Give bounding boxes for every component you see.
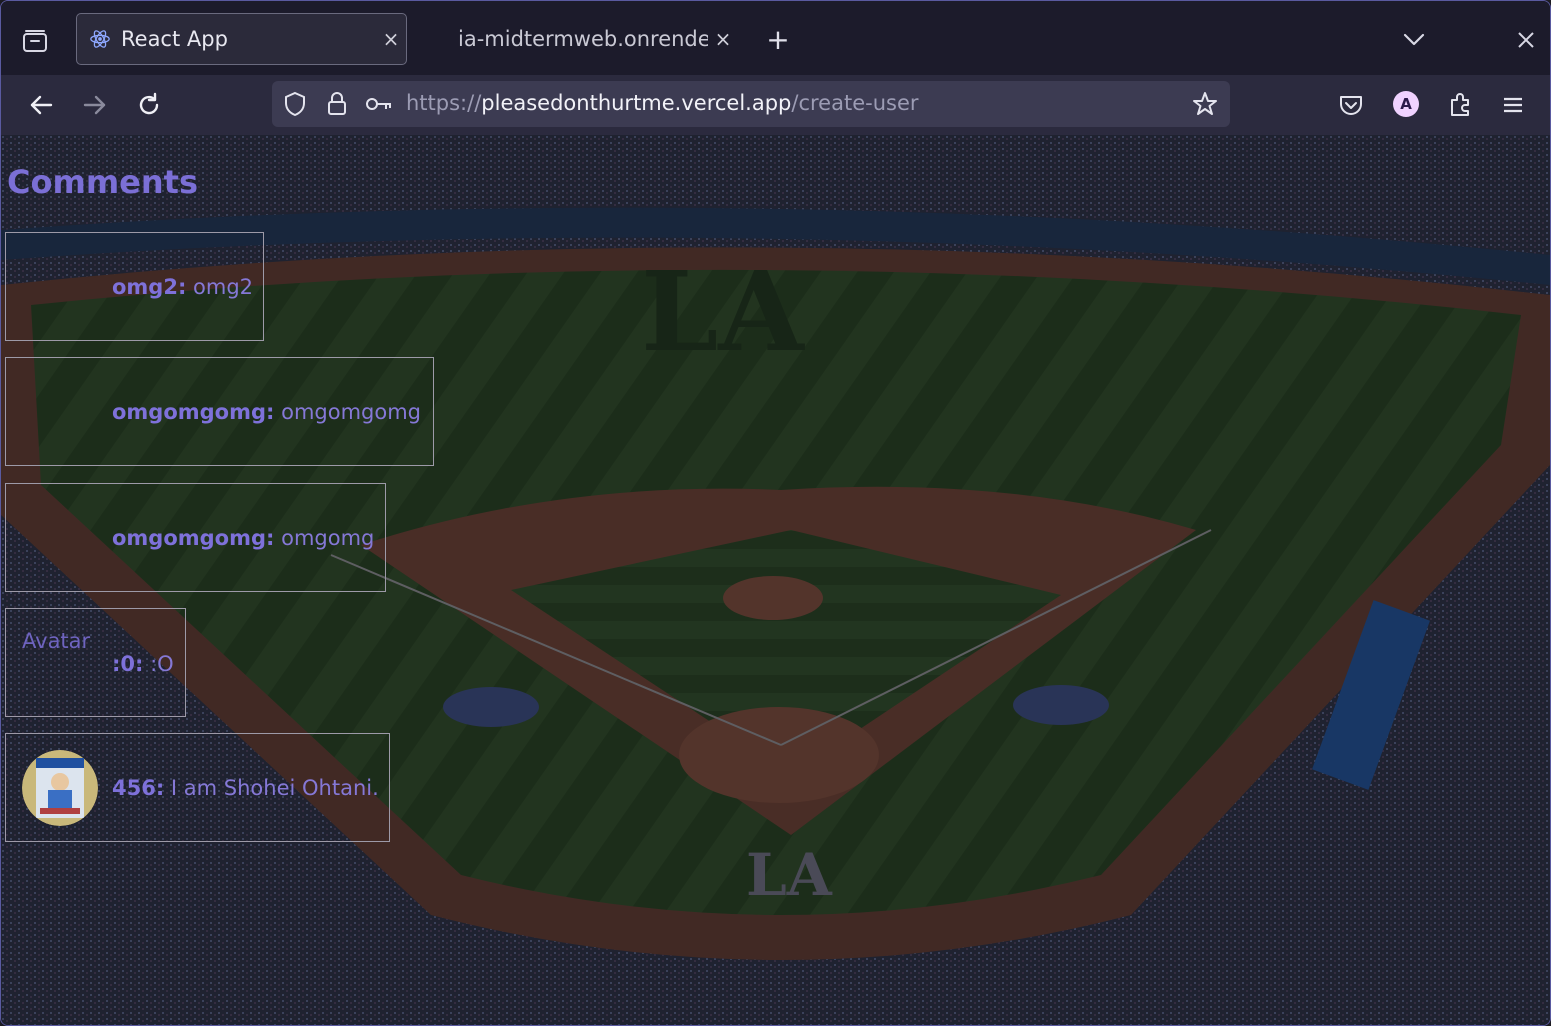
comment-body: omg2	[186, 275, 254, 299]
forward-arrow-icon[interactable]	[77, 87, 113, 123]
comment-text: :0: :O	[112, 652, 174, 676]
tab-title: ia-midtermweb.onrende	[458, 27, 708, 51]
comment-card: omgomgomg: omgomg	[5, 483, 386, 592]
comment-body: I am Shohei Ohtani.	[164, 776, 379, 800]
back-arrow-icon[interactable]	[23, 87, 59, 123]
account-avatar[interactable]: A	[1393, 91, 1419, 117]
tab-midtermweb[interactable]: ia-midtermweb.onrende ×	[444, 13, 744, 65]
comment-card: Avatar :0: :O	[5, 608, 186, 717]
new-tab-button[interactable]: +	[763, 23, 793, 57]
pocket-icon[interactable]	[1333, 87, 1369, 123]
lock-icon[interactable]	[324, 90, 350, 118]
url-host: pleasedonthurtme.vercel.app	[481, 91, 792, 115]
close-window-icon[interactable]	[1511, 25, 1541, 55]
react-icon	[90, 30, 110, 48]
tab-list-icon[interactable]	[19, 25, 51, 57]
avatar-alt-text: Avatar	[22, 629, 91, 653]
comment-card: 456: I am Shohei Ohtani.	[5, 733, 390, 842]
reload-icon[interactable]	[131, 87, 167, 123]
comment-body: :O	[143, 652, 174, 676]
extensions-puzzle-icon[interactable]	[1442, 87, 1478, 123]
bookmark-star-icon[interactable]	[1192, 90, 1218, 118]
url-text[interactable]: https://pleasedonthurtme.vercel.app/crea…	[406, 91, 919, 115]
hamburger-menu-icon[interactable]	[1495, 87, 1531, 123]
comment-text: 456: I am Shohei Ohtani.	[112, 776, 379, 800]
chevron-down-icon[interactable]	[1399, 27, 1429, 53]
page-content: LA LA Comments omg2: omg2 omgomgomg: omg…	[1, 135, 1550, 1025]
comment-card: omg2: omg2	[5, 232, 264, 341]
url-scheme: https://	[406, 91, 482, 115]
tab-title: React App	[121, 27, 228, 51]
comment-text: omg2: omg2	[112, 275, 253, 299]
comment-card: omgomgomg: omgomgomg	[5, 357, 434, 466]
comment-body: omgomgomg	[274, 400, 422, 424]
comment-username: omg2:	[112, 275, 187, 299]
comment-username: 456:	[112, 776, 165, 800]
page-title: Comments	[7, 163, 198, 201]
tab-strip: React App × ia-midtermweb.onrende × +	[1, 1, 1550, 75]
comment-text: omgomgomg: omgomgomg	[112, 400, 421, 424]
comment-username: omgomgomg:	[112, 526, 275, 550]
comment-text: omgomgomg: omgomg	[112, 526, 374, 550]
comment-username: omgomgomg:	[112, 400, 275, 424]
url-path: /create-user	[791, 91, 919, 115]
address-bar[interactable]: https://pleasedonthurtme.vercel.app/crea…	[272, 81, 1230, 127]
browser-window: React App × ia-midtermweb.onrende × + ht…	[0, 0, 1551, 1026]
avatar	[22, 750, 98, 826]
tab-react-app[interactable]: React App ×	[76, 13, 407, 65]
close-tab-icon[interactable]: ×	[708, 27, 738, 51]
key-icon[interactable]	[364, 90, 394, 118]
comment-body: omgomg	[274, 526, 375, 550]
navigation-toolbar: https://pleasedonthurtme.vercel.app/crea…	[1, 75, 1550, 135]
close-tab-icon[interactable]: ×	[376, 27, 406, 51]
shield-icon[interactable]	[282, 90, 308, 118]
comment-username: :0:	[112, 652, 144, 676]
